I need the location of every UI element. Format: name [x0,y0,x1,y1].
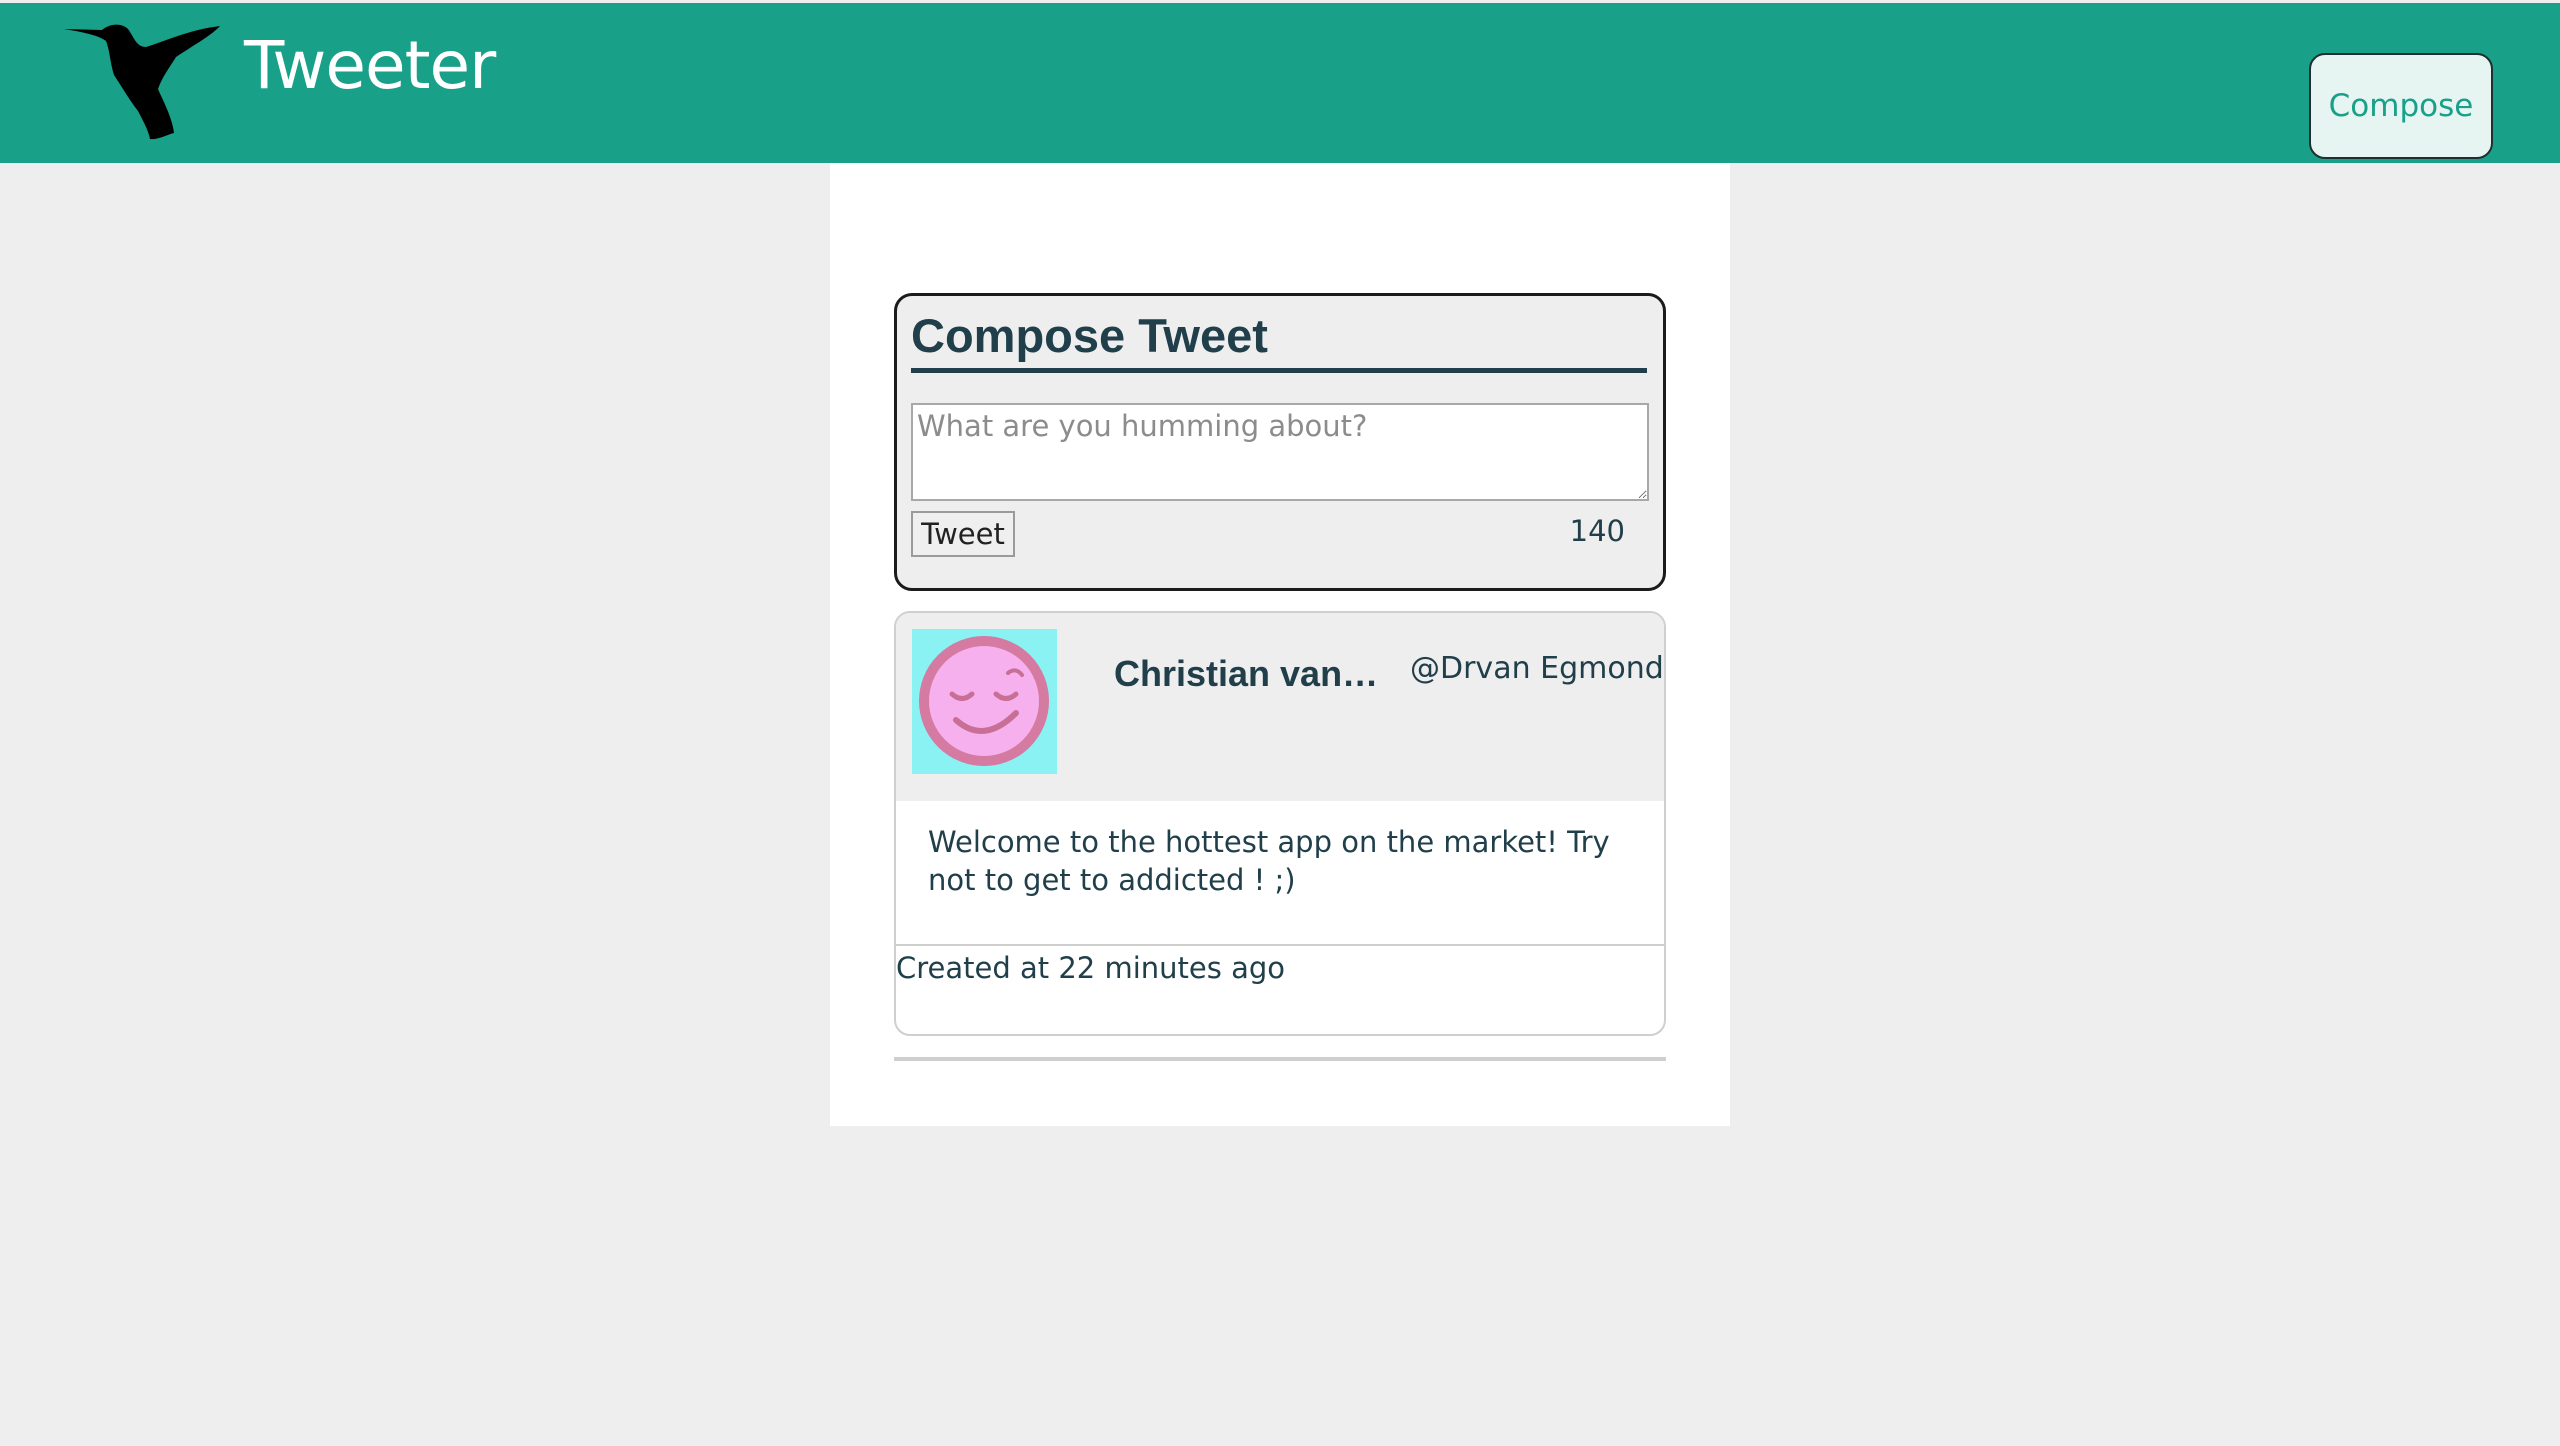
tweet-card: Christian van Egmond @Drvan Egmond Welco… [894,611,1666,1036]
brand-title: Tweeter [244,27,496,104]
compose-title-underline [911,368,1647,373]
tweet-author-handle: @Drvan Egmond [1410,651,1664,686]
compose-title: Compose Tweet [911,309,1268,362]
tweet-author-name: Christian van Egmond [1114,653,1388,694]
main-column: Compose Tweet Tweet 140 Christian van Eg… [830,163,1730,1126]
top-nav-bar: Tweeter Compose [0,3,2560,163]
hummingbird-icon [64,24,220,140]
tweet-body: Welcome to the hottest app on the market… [928,825,1610,897]
compose-tweet-panel: Compose Tweet Tweet 140 [894,293,1666,591]
tweet-timestamp: Created at 22 minutes ago [896,951,1285,985]
tweet-list-divider [894,1057,1666,1061]
tweet-divider [896,944,1664,946]
smiley-avatar-icon [912,629,1057,774]
tweet-textarea[interactable] [911,403,1649,501]
tweet-header: Christian van Egmond @Drvan Egmond [896,613,1664,801]
tweet-submit-button[interactable]: Tweet [911,511,1015,557]
compose-button[interactable]: Compose [2309,53,2493,159]
character-counter: 140 [1569,514,1625,548]
